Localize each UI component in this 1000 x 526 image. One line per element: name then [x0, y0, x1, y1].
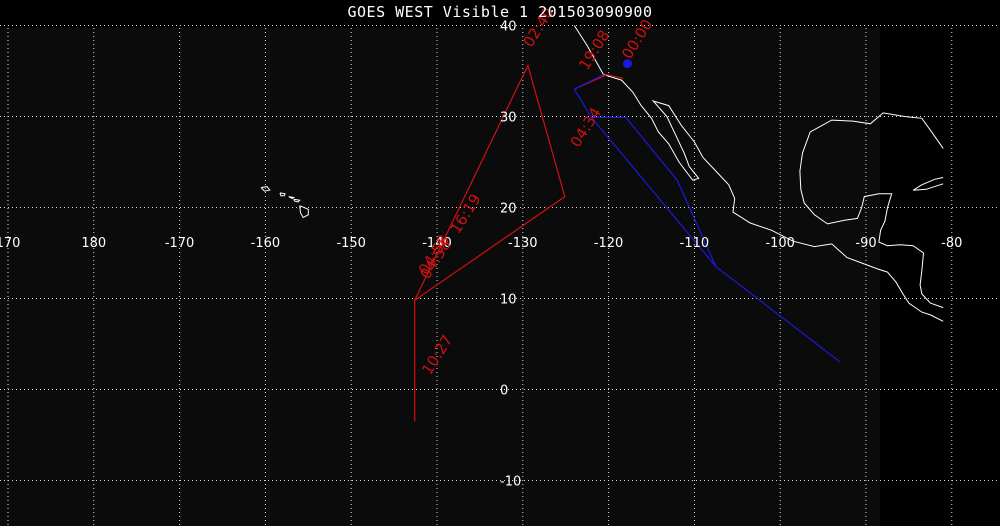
longitude-label: -110 — [680, 236, 710, 251]
longitude-label: -80 — [941, 236, 962, 251]
longitude-label: 170 — [0, 236, 20, 251]
satellite-map: 170180-170-160-150-140-130-120-110-100-9… — [0, 4, 1000, 526]
north-america-coastline — [912, 177, 944, 191]
longitude-label: -90 — [855, 236, 876, 251]
satellite-frame: 170180-170-160-150-140-130-120-110-100-9… — [0, 0, 1000, 526]
imagery-area — [0, 28, 880, 526]
longitude-label: -160 — [251, 236, 281, 251]
longitude-label: -100 — [765, 236, 795, 251]
latitude-label: 30 — [500, 111, 517, 126]
longitude-label: -130 — [508, 236, 538, 251]
latitude-label: -10 — [500, 475, 521, 490]
latitude-label: 0 — [500, 384, 508, 399]
latitude-label: 10 — [500, 293, 517, 308]
longitude-label: -170 — [165, 236, 195, 251]
latitude-label: 20 — [500, 202, 517, 217]
latitude-label: 40 — [500, 20, 517, 35]
image-title: GOES WEST Visible 1 201503090900 — [347, 3, 653, 21]
longitude-label: -120 — [594, 236, 624, 251]
longitude-label: -150 — [336, 236, 366, 251]
longitude-label: 180 — [81, 236, 106, 251]
